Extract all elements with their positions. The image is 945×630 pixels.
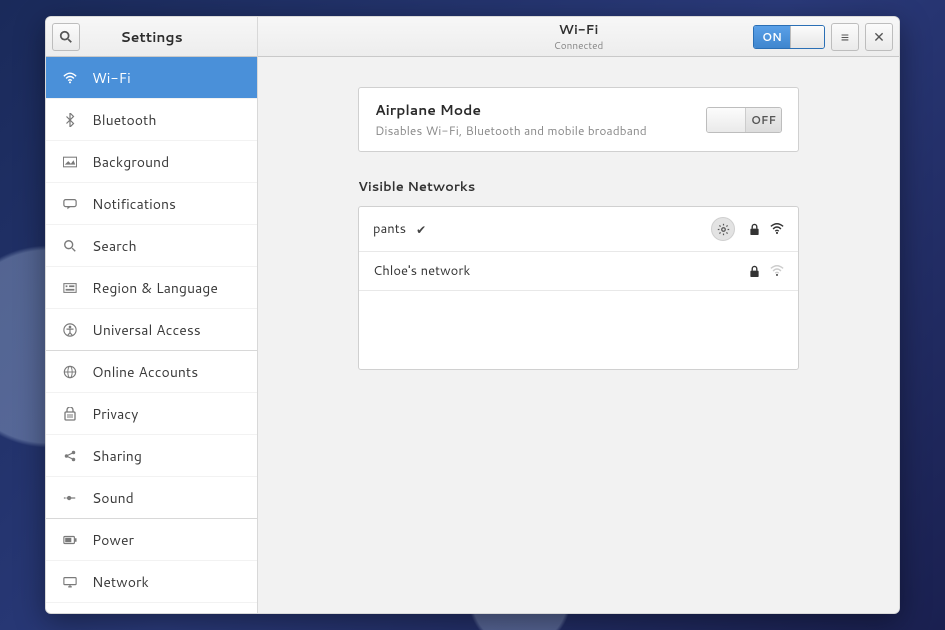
sidebar-item-label: Wi-Fi [92,68,131,88]
close-button[interactable]: ✕ [865,23,893,51]
airplane-toggle-off-label: OFF [745,108,781,132]
online-accounts-icon [62,365,78,379]
sidebar-item-label: Notifications [92,194,176,214]
settings-window: Settings Wi-Fi Bluetooth Background Noti… [45,16,900,614]
sidebar-item-sharing[interactable]: Sharing [46,435,257,477]
signal-weak-icon [770,265,784,277]
wifi-toggle-on-label: ON [754,26,790,48]
search-button[interactable] [52,23,80,51]
airplane-mode-text: Airplane Mode Disables Wi-Fi, Bluetooth … [375,100,647,139]
hamburger-icon: ≡ [841,27,849,47]
airplane-mode-card: Airplane Mode Disables Wi-Fi, Bluetooth … [358,87,799,152]
sidebar-item-network[interactable]: Network [46,561,257,603]
sidebar-item-label: Sound [92,488,134,508]
menu-button[interactable]: ≡ [831,23,859,51]
gear-icon [717,223,730,236]
sidebar-item-label: Region & Language [92,278,218,298]
network-name: pants [373,220,406,238]
close-icon: ✕ [873,27,885,47]
lock-icon [749,223,760,236]
airplane-toggle-handle [707,108,745,132]
wifi-toggle[interactable]: ON [753,25,825,49]
sidebar-item-privacy[interactable]: Privacy [46,393,257,435]
sidebar-item-label: Privacy [92,404,138,424]
sharing-icon [62,449,78,463]
sidebar-item-label: Background [92,152,169,172]
network-status-icons [749,265,784,278]
content-area: Airplane Mode Disables Wi-Fi, Bluetooth … [258,57,899,400]
network-row[interactable]: Chloe's network [359,252,798,291]
bluetooth-icon [62,113,78,127]
network-icon [62,576,78,588]
sidebar-header: Settings [46,17,257,57]
sidebar-item-label: Bluetooth [92,110,156,130]
airplane-mode-title: Airplane Mode [375,100,647,120]
sidebar-item-sound[interactable]: Sound [46,477,257,519]
sidebar-item-label: Universal Access [92,320,201,340]
main-panel: Wi-Fi Connected ON ≡ ✕ Airplane Mode [258,17,899,613]
sidebar-list: Wi-Fi Bluetooth Background Notifications… [46,57,257,613]
sidebar-item-search[interactable]: Search [46,225,257,267]
network-status-icons [749,223,784,236]
search-icon [59,30,73,44]
sidebar-item-power[interactable]: Power [46,519,257,561]
sidebar-item-label: Sharing [92,446,142,466]
sidebar-item-background[interactable]: Background [46,141,257,183]
privacy-icon [62,407,78,421]
sidebar-item-label: Network [92,572,149,592]
universal-access-icon [62,323,78,337]
sidebar: Settings Wi-Fi Bluetooth Background Noti… [46,17,258,613]
background-icon [62,156,78,168]
sidebar-item-bluetooth[interactable]: Bluetooth [46,99,257,141]
wifi-toggle-handle [790,26,824,48]
network-name: Chloe's network [373,262,470,280]
sidebar-item-label: Search [92,236,137,256]
sidebar-item-universal-access[interactable]: Universal Access [46,309,257,351]
airplane-mode-desc: Disables Wi-Fi, Bluetooth and mobile bro… [375,122,647,139]
sound-icon [62,492,78,504]
network-list: pants ✔ Chloe's network [358,206,799,370]
sidebar-item-wifi[interactable]: Wi-Fi [46,57,257,99]
network-row[interactable]: pants ✔ [359,207,798,252]
wifi-icon [62,71,78,85]
connected-check-icon: ✔ [416,221,426,238]
sidebar-item-notifications[interactable]: Notifications [46,183,257,225]
visible-networks-label: Visible Networks [358,178,799,196]
sidebar-item-label: Online Accounts [92,362,198,382]
airplane-mode-toggle[interactable]: OFF [706,107,782,133]
sidebar-item-region[interactable]: Region & Language [46,267,257,309]
lock-icon [749,265,760,278]
main-header: Wi-Fi Connected ON ≡ ✕ [258,17,899,57]
search-icon [62,239,78,253]
network-settings-button[interactable] [711,217,735,241]
notifications-icon [62,198,78,210]
sidebar-item-online-accounts[interactable]: Online Accounts [46,351,257,393]
sidebar-title: Settings [80,27,251,47]
power-icon [62,535,78,545]
header-actions: ON ≡ ✕ [753,23,893,51]
sidebar-item-label: Power [92,530,134,550]
signal-strong-icon [770,223,784,235]
region-icon [62,282,78,294]
